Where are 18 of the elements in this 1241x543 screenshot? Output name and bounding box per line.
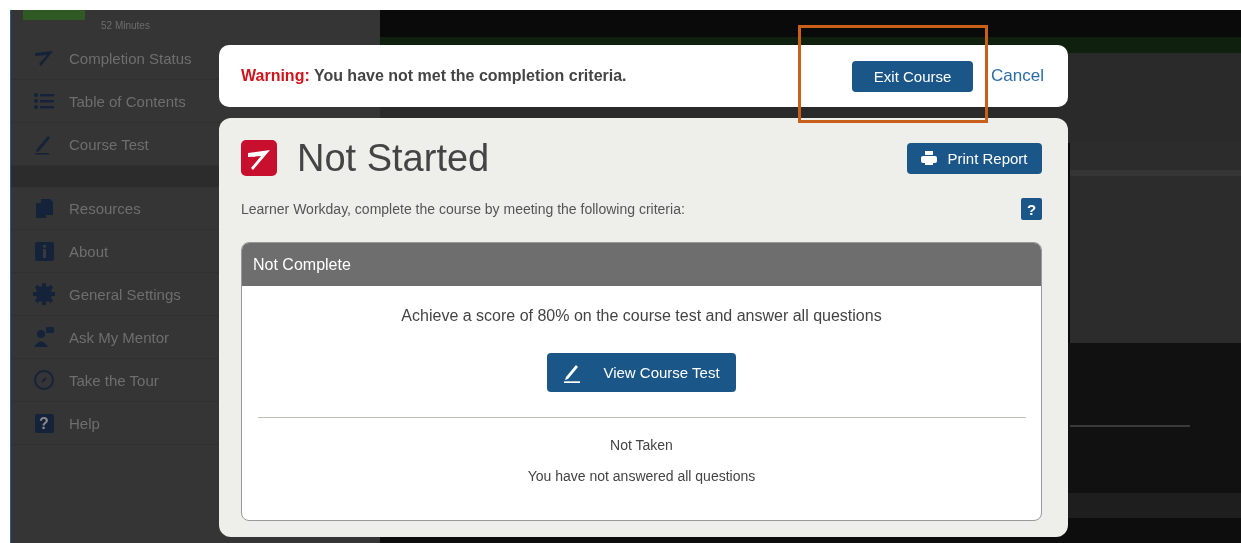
help-icon: ? xyxy=(33,412,55,434)
note-text: You have not answered all questions xyxy=(527,468,756,484)
documents-icon xyxy=(33,197,55,219)
help-button[interactable]: ? xyxy=(1021,198,1042,220)
requirement-text: Achieve a score of 80% on the course test and answer all questions xyxy=(401,307,882,325)
print-report-button[interactable]: Print Report xyxy=(907,142,1042,174)
printer-icon xyxy=(921,151,938,165)
list-icon xyxy=(33,90,55,112)
criteria-header: Not Complete xyxy=(242,243,1041,286)
view-course-test-button[interactable]: View Course Test xyxy=(547,353,736,392)
compass-icon xyxy=(33,369,55,391)
info-icon xyxy=(33,240,55,262)
person-chat-icon xyxy=(33,326,55,348)
gear-icon xyxy=(33,283,55,305)
exit-course-button[interactable]: Exit Course xyxy=(852,60,974,92)
result-text: Not Taken xyxy=(610,437,673,453)
course-thumbnail xyxy=(23,10,85,20)
cancel-link[interactable]: Cancel xyxy=(991,66,1044,86)
